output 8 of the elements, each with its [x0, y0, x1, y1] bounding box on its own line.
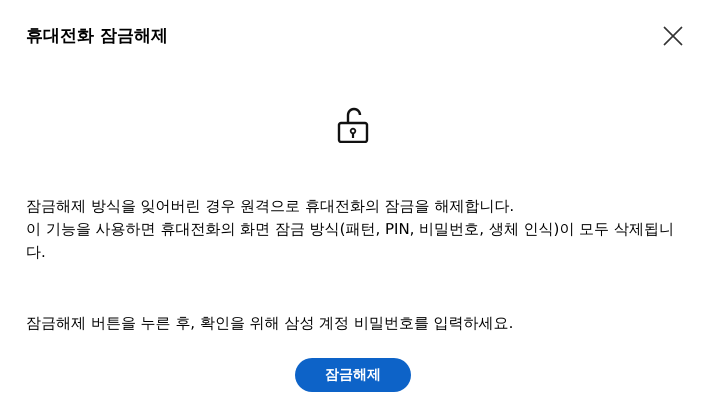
description-text: 이 기능을 사용하면 휴대전화의 화면 잠금 방식(패턴, PIN, 비밀번호, 생체 인식)이 모두 삭제됩니다.	[26, 219, 675, 263]
unlock-button[interactable]: 잠금해제	[295, 358, 411, 392]
close-icon	[662, 24, 684, 46]
close-button[interactable]	[662, 24, 684, 46]
dialog-title: 휴대전화 잠금해제	[26, 25, 168, 47]
instruction-text: 잠금해제 버튼을 누른 후, 확인을 위해 삼성 계정 비밀번호를 입력하세요.	[26, 313, 514, 334]
description-text: 잠금해제 방식을 잊어버린 경우 원격으로 휴대전화의 잠금을 해제합니다.	[26, 196, 516, 217]
unlocked-padlock-icon	[337, 107, 369, 143]
